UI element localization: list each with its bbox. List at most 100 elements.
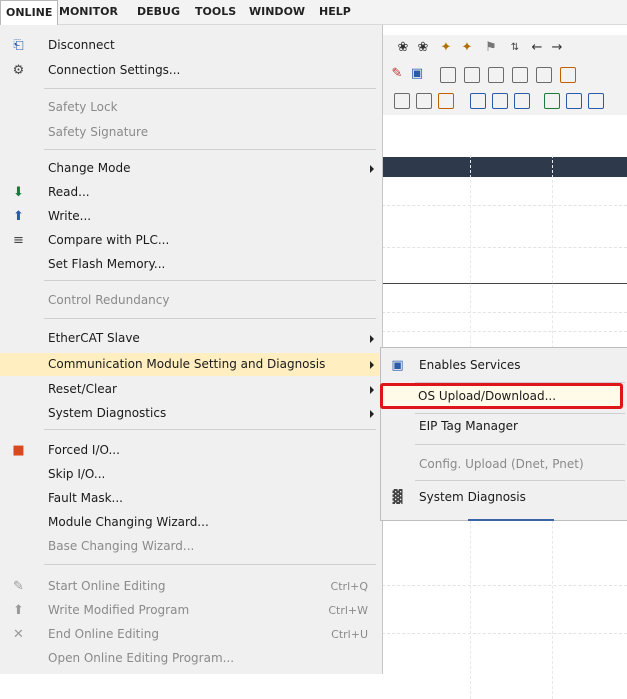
menu-item-safety-lock[interactable]: Safety Lock <box>0 96 382 119</box>
replace-all-icon[interactable]: ✦ <box>458 39 476 57</box>
disconnect-icon: ⎗ <box>13 38 24 53</box>
function-icon[interactable] <box>560 67 576 83</box>
online-menu: ⎗ Disconnect ⚙ Connection Settings... Sa… <box>0 25 383 674</box>
grid-line <box>382 247 627 248</box>
menu-item-safety-signature[interactable]: Safety Signature <box>0 121 382 144</box>
compare-icon: ≡ <box>13 233 24 248</box>
menu-item-open-online-editing-program[interactable]: Open Online Editing Program... <box>0 647 382 670</box>
menu-item-label: System Diagnostics <box>48 406 167 420</box>
view-icon-8[interactable] <box>566 93 582 109</box>
submenu-item-enables-services[interactable]: ▣ Enables Services <box>381 352 627 378</box>
menu-item-fault-mask[interactable]: Fault Mask... <box>0 487 382 510</box>
contact-n-icon[interactable] <box>512 67 528 83</box>
menu-item-label: Open Online Editing Program... <box>48 651 235 665</box>
menu-bar: ONLINE MONITOR DEBUG TOOLS WINDOW HELP <box>0 0 627 25</box>
grid-line <box>382 205 627 206</box>
grid-line <box>382 633 627 634</box>
sort-icon[interactable]: ⇅ <box>506 39 524 57</box>
menu-item-change-mode[interactable]: Change Mode <box>0 157 382 180</box>
menu-item-connection-settings[interactable]: ⚙ Connection Settings... <box>0 59 382 82</box>
menu-item-shortcut: Ctrl+Q <box>330 580 368 593</box>
menu-item-label: Read... <box>48 185 90 199</box>
submenu-item-config-upload[interactable]: Config. Upload (Dnet, Pnet) <box>381 451 627 477</box>
menu-item-write-modified-program[interactable]: ⬆ Write Modified Program Ctrl+W <box>0 599 382 622</box>
replace-icon[interactable]: ✦ <box>437 39 455 57</box>
menu-item-base-changing-wizard[interactable]: Base Changing Wizard... <box>0 535 382 558</box>
view-icon-7[interactable] <box>544 93 560 109</box>
menu-window[interactable]: WINDOW <box>244 0 310 24</box>
edit-icon[interactable]: ✎ <box>388 65 406 83</box>
menu-item-label: Base Changing Wizard... <box>48 539 195 553</box>
menu-item-label: Fault Mask... <box>48 491 123 505</box>
find-next-icon[interactable]: ❀ <box>414 39 432 57</box>
view-icon-9[interactable] <box>588 93 604 109</box>
submenu-item-os-upload-download[interactable]: OS Upload/Download... <box>380 383 623 409</box>
menu-separator <box>44 318 376 319</box>
menu-item-system-diagnostics[interactable]: System Diagnostics <box>0 402 382 425</box>
view-icon-1[interactable] <box>394 93 410 109</box>
menu-item-control-redundancy[interactable]: Control Redundancy <box>0 289 382 312</box>
submenu-item-system-diagnosis[interactable]: ▓ System Diagnosis <box>381 484 627 510</box>
menu-item-set-flash-memory[interactable]: Set Flash Memory... <box>0 253 382 276</box>
menu-item-label: Write... <box>48 209 92 223</box>
menu-item-label: Disconnect <box>48 38 115 52</box>
menu-online[interactable]: ONLINE <box>0 0 59 25</box>
menu-item-label: Skip I/O... <box>48 467 106 481</box>
submenu-arrow-icon <box>370 335 374 343</box>
menu-item-forced-io[interactable]: ■ Forced I/O... <box>0 439 382 462</box>
menu-item-skip-io[interactable]: Skip I/O... <box>0 463 382 486</box>
menu-item-disconnect[interactable]: ⎗ Disconnect <box>0 34 382 57</box>
menu-item-end-online-editing[interactable]: ✕ End Online Editing Ctrl+U <box>0 623 382 646</box>
read-icon: ⬇ <box>13 185 24 200</box>
view-icon-6[interactable] <box>514 93 530 109</box>
submenu-item-eip-tag-manager[interactable]: EIP Tag Manager <box>381 413 627 439</box>
editor-title-bar <box>382 157 627 177</box>
menu-item-label: Reset/Clear <box>48 382 117 396</box>
contact-nc-icon[interactable] <box>464 67 480 83</box>
menu-help[interactable]: HELP <box>314 0 356 24</box>
menu-item-label: Control Redundancy <box>48 293 170 307</box>
grid-line <box>382 312 627 313</box>
contact-p-icon[interactable] <box>488 67 504 83</box>
submenu-item-label: Enables Services <box>419 358 521 372</box>
submenu-item-label: OS Upload/Download... <box>418 389 557 403</box>
menu-item-ethercat-slave[interactable]: EtherCAT Slave <box>0 327 382 350</box>
monitor-icon[interactable]: ▣ <box>408 65 426 83</box>
write-modified-icon: ⬆ <box>13 603 24 618</box>
submenu-arrow-icon <box>370 361 374 369</box>
submenu-separator <box>415 444 625 445</box>
menu-debug[interactable]: DEBUG <box>132 0 185 24</box>
contact-no-icon[interactable] <box>440 67 456 83</box>
menu-item-compare-with-plc[interactable]: ≡ Compare with PLC... <box>0 229 382 252</box>
menu-item-label: Safety Lock <box>48 100 118 114</box>
menu-item-module-changing-wizard[interactable]: Module Changing Wizard... <box>0 511 382 534</box>
coil-icon[interactable] <box>536 67 552 83</box>
view-icon-2[interactable] <box>416 93 432 109</box>
forced-io-icon: ■ <box>12 443 25 458</box>
menu-tools[interactable]: TOOLS <box>190 0 241 24</box>
menu-item-start-online-editing[interactable]: ✎ Start Online Editing Ctrl+Q <box>0 575 382 598</box>
connection-settings-icon: ⚙ <box>12 63 25 78</box>
menu-item-write[interactable]: ⬆ Write... <box>0 205 382 228</box>
view-icon-5[interactable] <box>492 93 508 109</box>
view-icon-4[interactable] <box>470 93 486 109</box>
submenu-item-label: EIP Tag Manager <box>419 419 518 433</box>
forward-arrow-icon[interactable]: → <box>548 39 566 57</box>
grid-line <box>382 331 627 332</box>
find-device-icon[interactable]: ⚑ <box>482 39 500 57</box>
menu-monitor[interactable]: MONITOR <box>54 0 123 24</box>
menu-item-read[interactable]: ⬇ Read... <box>0 181 382 204</box>
submenu-arrow-icon <box>370 386 374 394</box>
menu-item-shortcut: Ctrl+W <box>328 604 368 617</box>
back-arrow-icon[interactable]: ← <box>528 39 546 57</box>
find-icon[interactable]: ❀ <box>394 39 412 57</box>
menu-item-label: Set Flash Memory... <box>48 257 166 271</box>
view-icon-3[interactable] <box>438 93 454 109</box>
rung-line <box>382 283 627 284</box>
toolbar-row-1: ❀ ❀ ✦ ✦ ⚑ ⇅ ← → <box>382 35 627 61</box>
menu-item-reset-clear[interactable]: Reset/Clear <box>0 378 382 401</box>
menu-item-comm-module[interactable]: Communication Module Setting and Diagnos… <box>0 353 382 376</box>
menu-item-label: Communication Module Setting and Diagnos… <box>48 357 326 371</box>
submenu-arrow-icon <box>370 165 374 173</box>
enables-services-icon: ▣ <box>391 358 404 373</box>
